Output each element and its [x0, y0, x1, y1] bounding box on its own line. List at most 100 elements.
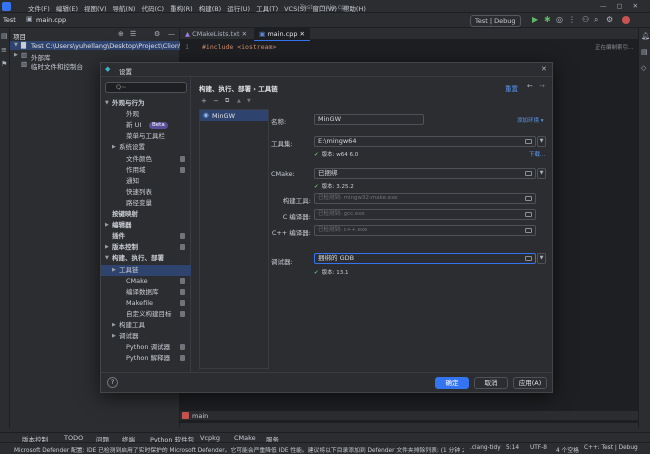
menu-item-6[interactable]: 构建(B)	[199, 5, 222, 13]
nav-item-8[interactable]: 快速列表	[101, 187, 191, 198]
nav-item-15[interactable]: ▶ 工具链	[101, 264, 191, 276]
panel-gear-icon[interactable]: ⚙	[154, 30, 160, 38]
defender-warning[interactable]: Microsoft Defender 配置: IDE 已检测到启用了实时保护的 …	[14, 445, 464, 454]
nav-item-10[interactable]: 按键映射	[101, 209, 191, 220]
project-panel-title[interactable]: 项目	[13, 31, 26, 41]
tab-cmakelists[interactable]: ▲ CMakeLists.txt ✕	[180, 28, 252, 40]
nav-item-23[interactable]: Python 解释器	[101, 353, 191, 364]
folder-browse-icon[interactable]	[525, 196, 532, 201]
database-icon[interactable]: ▤	[641, 48, 648, 56]
menu-item-4[interactable]: 代码(C)	[141, 5, 164, 13]
folder-browse-icon[interactable]	[525, 228, 532, 233]
nav-item-21[interactable]: ▶ 调试器	[101, 331, 191, 342]
name-field[interactable]: MinGW	[314, 114, 424, 125]
folder-browse-icon[interactable]	[525, 139, 532, 144]
nav-item-3[interactable]: 菜单与工具栏	[101, 131, 191, 142]
clang-tidy-status[interactable]: .clang-tidy	[470, 445, 501, 451]
nav-item-19[interactable]: 自定义构建目标	[101, 309, 191, 320]
nav-item-6[interactable]: 作用域	[101, 165, 191, 176]
move-up-button[interactable]: ▲	[237, 98, 241, 104]
nav-item-18[interactable]: Makefile	[101, 298, 191, 309]
project-tree-item-root[interactable]: ▼ ▇ Test C:\Users\yuhellang\Desktop\Proj…	[10, 41, 194, 50]
debugger-dropdown[interactable]: ▼	[537, 253, 546, 264]
avatar[interactable]	[622, 16, 630, 24]
nav-item-16[interactable]: CMake	[101, 276, 191, 287]
c-compiler-field[interactable]: 已检测到: gcc.exe	[314, 209, 536, 220]
more-run-icon[interactable]: ⋮	[568, 15, 576, 24]
move-down-button[interactable]: ▼	[247, 98, 251, 104]
menu-item-7[interactable]: 运行(U)	[227, 5, 250, 13]
nav-item-13[interactable]: ▶ 版本控制	[101, 242, 191, 253]
build-tool-field[interactable]: 已检测到: mingw32-make.exe	[314, 193, 536, 204]
menu-item-1[interactable]: 编辑(E)	[56, 5, 78, 13]
file-encoding[interactable]: UTF-8	[530, 445, 547, 451]
ok-button[interactable]: 确定	[435, 377, 469, 389]
back-arrow-icon[interactable]: ←	[527, 82, 533, 90]
add-user-icon[interactable]: ⚇	[582, 15, 589, 24]
nav-item-14[interactable]: ▼ 构建、执行、部署	[101, 253, 191, 264]
nav-item-0[interactable]: ▼ 外观与行为	[101, 98, 191, 109]
nav-item-12[interactable]: 插件	[101, 231, 191, 242]
nav-item-22[interactable]: Python 调试器	[101, 342, 191, 353]
structure-tool-icon[interactable]: ≡	[1, 46, 7, 54]
cxx-compiler-field[interactable]: 已检测到: c++.exe	[314, 225, 536, 236]
nav-item-4[interactable]: ▶ 系统设置	[101, 142, 191, 153]
gear-icon[interactable]: ⚙	[606, 15, 613, 24]
run-file-label[interactable]: main	[192, 412, 208, 420]
bookmarks-tool-icon[interactable]: ⚑	[1, 60, 7, 68]
run-icon[interactable]: ▶	[532, 15, 538, 24]
tool-tab-vcpkg[interactable]: Vcpkg	[200, 434, 220, 442]
toolset-dropdown[interactable]: ▼	[537, 136, 546, 147]
apply-button[interactable]: 应用(A)	[513, 377, 547, 389]
cancel-button[interactable]: 取消	[474, 377, 508, 389]
nav-item-11[interactable]: ▶ 编辑器	[101, 220, 191, 231]
tool-tab-todo[interactable]: TODO	[64, 434, 83, 442]
tool-tab-cmake[interactable]: CMake	[234, 434, 256, 442]
menu-item-8[interactable]: 工具(T)	[256, 5, 278, 13]
nav-item-2[interactable]: 新 UI Beta	[101, 120, 191, 131]
run-config-select[interactable]: Test | Debug	[470, 15, 521, 27]
folder-browse-icon[interactable]	[525, 171, 532, 176]
toolchain-item-mingw[interactable]: ◉ MinGW	[200, 110, 268, 121]
help-button[interactable]: ?	[107, 377, 118, 388]
tab-main-cpp[interactable]: ▣ main.cpp ✕	[254, 28, 310, 41]
coverage-icon[interactable]: ◎	[556, 15, 563, 24]
cmake-dropdown[interactable]: ▼	[537, 168, 546, 179]
reset-link[interactable]: 重置	[505, 83, 518, 93]
hide-panel-icon[interactable]: —	[168, 30, 175, 38]
indent-setting[interactable]: 4 个空格	[556, 445, 579, 454]
copy-toolchain-button[interactable]: ⧉	[225, 97, 229, 105]
close-icon[interactable]: ✕	[541, 65, 547, 73]
remove-toolchain-button[interactable]: −	[213, 97, 219, 105]
project-tree-item-libs[interactable]: ▶ ▥ 外部库	[10, 51, 180, 62]
toolset-field[interactable]: E:\mingw64	[314, 136, 536, 147]
cpp-config-status[interactable]: C++: Test | Debug	[584, 445, 638, 451]
debugger-field[interactable]: 捆绑的 GDB	[314, 253, 536, 264]
project-name[interactable]: Test	[3, 16, 16, 24]
menu-item-3[interactable]: 导航(N)	[113, 5, 136, 13]
nav-item-20[interactable]: ▶ 构建工具	[101, 320, 191, 331]
target-icon[interactable]: ⊕	[118, 30, 124, 38]
caret-position[interactable]: 5:14	[506, 445, 519, 451]
settings-search-input[interactable]: Q~	[105, 82, 187, 93]
add-environment-link[interactable]: 添加环境 ▾	[517, 116, 544, 124]
folder-browse-icon[interactable]	[525, 256, 532, 261]
nav-item-1[interactable]: 外观	[101, 109, 191, 120]
menu-item-5[interactable]: 重构(R)	[170, 5, 193, 13]
nav-item-17[interactable]: 编译数据库	[101, 287, 191, 298]
nav-item-5[interactable]: 文件颜色	[101, 154, 191, 165]
folder-browse-icon[interactable]	[525, 212, 532, 217]
cmake-field[interactable]: 已捆绑	[314, 168, 536, 179]
menu-item-2[interactable]: 视图(V)	[84, 5, 107, 13]
forward-arrow-icon[interactable]: →	[539, 82, 545, 90]
window-controls[interactable]: —▢✕	[600, 2, 648, 10]
menu-item-0[interactable]: 文件(F)	[28, 5, 50, 13]
debug-icon[interactable]: ✱	[544, 15, 551, 24]
add-toolchain-button[interactable]: +	[201, 97, 207, 105]
nav-item-9[interactable]: 路径变量	[101, 198, 191, 209]
collapse-icon[interactable]: ☰	[130, 30, 136, 38]
search-icon[interactable]: ⌕	[594, 15, 598, 25]
file-breadcrumb[interactable]: main.cpp	[36, 16, 66, 24]
project-tool-icon[interactable]: ▤	[1, 32, 8, 40]
nav-item-7[interactable]: 通知	[101, 176, 191, 187]
